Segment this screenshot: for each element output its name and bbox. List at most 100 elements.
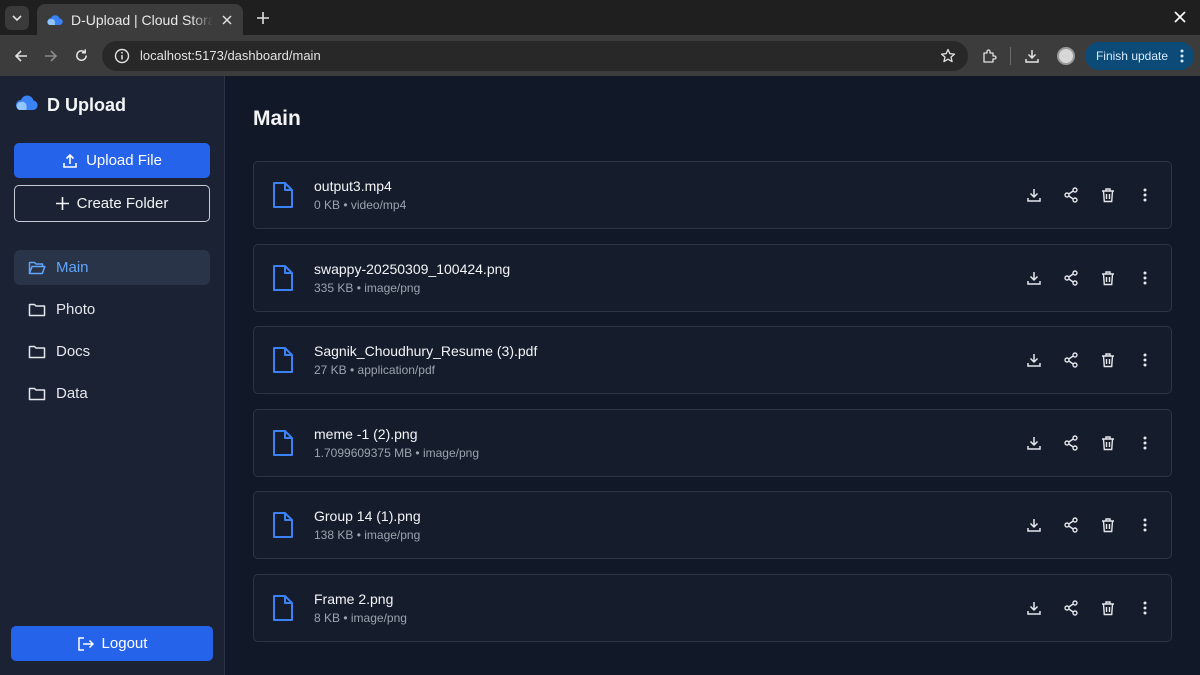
site-info-icon[interactable] <box>112 46 132 66</box>
trash-icon[interactable] <box>1098 185 1118 205</box>
trash-icon[interactable] <box>1098 350 1118 370</box>
file-meta: 138 KB • image/png <box>314 528 421 543</box>
browser-tab[interactable]: D-Upload | Cloud Storage <box>37 4 243 35</box>
sidebar-item-label: Data <box>56 385 88 402</box>
sidebar-item-photo[interactable]: Photo <box>14 292 210 327</box>
share-icon[interactable] <box>1061 185 1081 205</box>
main-content: Main output3.mp4 0 KB • video/mp4 swappy… <box>225 76 1200 675</box>
sidebar-item-docs[interactable]: Docs <box>14 334 210 369</box>
trash-icon[interactable] <box>1098 598 1118 618</box>
logout-label: Logout <box>101 635 148 652</box>
file-row[interactable]: output3.mp4 0 KB • video/mp4 <box>253 161 1172 229</box>
trash-icon[interactable] <box>1098 515 1118 535</box>
file-meta: 1.7099609375 MB • image/png <box>314 445 479 460</box>
file-name: swappy-20250309_100424.png <box>314 260 511 277</box>
file-actions <box>1007 515 1155 535</box>
file-actions <box>1007 185 1155 205</box>
browser-tabstrip: D-Upload | Cloud Storage <box>0 0 1200 35</box>
plus-icon <box>55 197 69 210</box>
upload-file-label: Upload File <box>86 152 162 169</box>
logout-button[interactable]: Logout <box>11 626 213 661</box>
more-vert-icon[interactable] <box>1135 433 1155 453</box>
finish-update-button[interactable]: Finish update <box>1084 41 1195 70</box>
more-vert-icon[interactable] <box>1135 598 1155 618</box>
cloud-logo-icon <box>15 93 39 118</box>
file-row[interactable]: meme -1 (2).png 1.7099609375 MB • image/… <box>253 408 1172 477</box>
puzzle-icon <box>983 48 997 63</box>
file-row[interactable]: swappy-20250309_100424.png 335 KB • imag… <box>253 243 1172 312</box>
file-name: output3.mp4 <box>314 178 392 194</box>
file-info: Frame 2.png 8 KB • image/png <box>314 591 1007 625</box>
url-text[interactable]: localhost:5173/dashboard/main <box>140 48 938 63</box>
download-icon[interactable] <box>1024 515 1044 535</box>
tab-close-icon[interactable] <box>219 12 235 28</box>
file-icon <box>270 180 296 210</box>
plus-icon <box>257 11 269 24</box>
new-tab-button[interactable] <box>249 4 277 32</box>
share-icon[interactable] <box>1061 268 1081 288</box>
file-icon <box>270 593 296 623</box>
forward-button[interactable] <box>36 41 66 71</box>
upload-icon <box>62 153 78 169</box>
more-vert-icon[interactable] <box>1176 49 1188 63</box>
upload-file-button[interactable]: Upload File <box>14 143 210 178</box>
trash-icon[interactable] <box>1098 433 1118 453</box>
folder-icon <box>28 301 46 319</box>
folder-icon <box>28 385 46 403</box>
brand[interactable]: D Upload <box>15 93 126 118</box>
download-icon[interactable] <box>1024 350 1044 370</box>
download-icon[interactable] <box>1024 185 1044 205</box>
file-icon <box>270 428 296 458</box>
profile-avatar[interactable] <box>1056 46 1075 65</box>
download-icon[interactable] <box>1024 433 1044 453</box>
arrow-left-icon <box>14 49 27 62</box>
trash-icon[interactable] <box>1098 268 1118 288</box>
downloads-button[interactable] <box>1017 41 1047 71</box>
file-row[interactable]: Sagnik_Choudhury_Resume (3).pdf 27 KB • … <box>253 326 1172 395</box>
page-title: Main <box>253 107 301 130</box>
address-bar[interactable]: localhost:5173/dashboard/main <box>102 40 968 71</box>
more-vert-icon[interactable] <box>1135 268 1155 288</box>
file-actions <box>1007 350 1155 370</box>
file-actions <box>1007 268 1155 288</box>
bookmark-star-icon[interactable] <box>938 46 958 66</box>
folder-open-icon <box>28 259 46 277</box>
more-vert-icon[interactable] <box>1135 185 1155 205</box>
more-vert-icon[interactable] <box>1135 515 1155 535</box>
tab-search-button[interactable] <box>5 5 29 30</box>
cloud-favicon-icon <box>47 12 63 28</box>
window-close-button[interactable] <box>1168 5 1192 29</box>
sidebar-item-label: Docs <box>56 343 91 360</box>
share-icon[interactable] <box>1061 598 1081 618</box>
file-meta: 8 KB • image/png <box>314 610 407 625</box>
logout-icon <box>77 636 94 652</box>
back-button[interactable] <box>6 41 36 71</box>
share-icon[interactable] <box>1061 350 1081 370</box>
folder-nav: Main Photo Docs Data <box>14 250 210 418</box>
extensions-button[interactable] <box>974 41 1004 71</box>
reload-icon <box>75 49 87 61</box>
toolbar-divider <box>1009 46 1011 65</box>
file-info: output3.mp4 0 KB • video/mp4 <box>314 178 1007 212</box>
file-meta: 0 KB • video/mp4 <box>314 198 407 212</box>
download-icon[interactable] <box>1024 598 1044 618</box>
share-icon[interactable] <box>1061 515 1081 535</box>
share-icon[interactable] <box>1061 433 1081 453</box>
file-row[interactable]: Frame 2.png 8 KB • image/png <box>253 573 1172 642</box>
finish-update-label: Finish update <box>1095 48 1169 63</box>
sidebar-item-label: Main <box>56 259 89 276</box>
file-info: meme -1 (2).png 1.7099609375 MB • image/… <box>314 426 1007 460</box>
file-row[interactable]: Group 14 (1).png 138 KB • image/png <box>253 491 1172 560</box>
file-icon <box>270 510 296 540</box>
create-folder-button[interactable]: Create Folder <box>14 185 210 222</box>
sidebar-item-data[interactable]: Data <box>14 376 210 411</box>
sidebar-item-main[interactable]: Main <box>14 250 210 285</box>
file-info: Group 14 (1).png 138 KB • image/png <box>314 508 1007 542</box>
create-folder-label: Create Folder <box>76 195 169 212</box>
download-icon[interactable] <box>1024 268 1044 288</box>
sidebar: D Upload Upload File Create Folder Main <box>0 76 225 675</box>
file-name: Group 14 (1).png <box>314 508 421 525</box>
tab-title: D-Upload | Cloud Storage <box>71 11 213 28</box>
reload-button[interactable] <box>66 41 96 71</box>
more-vert-icon[interactable] <box>1135 350 1155 370</box>
